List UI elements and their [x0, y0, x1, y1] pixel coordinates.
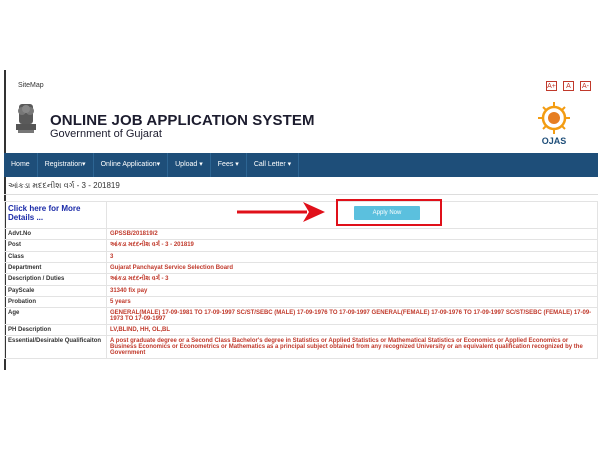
row-value: 3 [106, 251, 598, 263]
table-row: Post આંકડા મદદનીશ વર્ગ - 3 - 201819 [4, 239, 598, 252]
nav-registration[interactable]: Registration▾ [38, 153, 94, 177]
table-row: PH Description LV,BLIND, HH, OL,BL [4, 324, 598, 336]
page-title: ONLINE JOB APPLICATION SYSTEM [50, 112, 315, 129]
row-label: Advt.No [4, 228, 107, 240]
row-value: આંકડા મદદનીશ વર્ગ - 3 [106, 273, 598, 286]
nav-online-application[interactable]: Online Application▾ [94, 153, 169, 177]
row-value: A post graduate degree or a Second Class… [106, 335, 598, 359]
table-row: Advt.No GPSSB/201819/2 [4, 228, 598, 240]
table-row: Description / Duties આંકડા મદદનીશ વર્ગ - … [4, 273, 598, 286]
row-label: Description / Duties [4, 273, 107, 286]
ojas-logo-icon: OJAS [534, 100, 574, 148]
emblem-icon [10, 102, 42, 146]
apply-highlight-box: Apply Now [336, 199, 442, 226]
row-label: Essential/Desirable Qualificaiton [4, 335, 107, 359]
red-arrow-icon [237, 200, 327, 229]
main-navbar: Home Registration▾ Online Application▾ U… [4, 153, 598, 177]
row-value: GENERAL(MALE) 17-09-1981 TO 17-09-1997 S… [106, 307, 598, 325]
page-subtitle: Government of Gujarat [50, 128, 162, 140]
table-row: Class 3 [4, 251, 598, 263]
nav-upload[interactable]: Upload ▾ [168, 153, 211, 177]
nav-fees[interactable]: Fees ▾ [211, 153, 247, 177]
row-label: Age [4, 307, 107, 325]
row-label: Department [4, 262, 107, 274]
row-value: આંકડા મદદનીશ વર્ગ - 3 - 201819 [106, 239, 598, 252]
row-label: PH Description [4, 324, 107, 336]
row-value: LV,BLIND, HH, OL,BL [106, 324, 598, 336]
row-label: Post [4, 239, 107, 252]
table-row: Essential/Desirable Qualificaiton A post … [4, 335, 598, 359]
font-normal-button[interactable]: A [563, 81, 574, 91]
nav-home[interactable]: Home [4, 153, 38, 177]
breadcrumb: આંકડા મદદનીશ વર્ગ - 3 - 201819 [8, 181, 120, 190]
more-details-cell: Click here for More Details ... [4, 201, 107, 229]
row-label: PayScale [4, 285, 107, 297]
font-decrease-button[interactable]: A- [580, 81, 591, 91]
row-value: 31340 fix pay [106, 285, 598, 297]
table-row: PayScale 31340 fix pay [4, 285, 598, 297]
ojas-logo-text: OJAS [542, 136, 567, 146]
table-row: Probation 5 years [4, 296, 598, 308]
row-value: GPSSB/201819/2 [106, 228, 598, 240]
nav-call-letter[interactable]: Call Letter ▾ [247, 153, 300, 177]
row-value: Gujarat Panchayat Service Selection Boar… [106, 262, 598, 274]
table-row: Age GENERAL(MALE) 17-09-1981 TO 17-09-199… [4, 307, 598, 325]
more-details-link[interactable]: Click here for More Details ... [8, 204, 80, 222]
divider [4, 194, 598, 195]
row-value: 5 years [106, 296, 598, 308]
font-increase-button[interactable]: A+ [546, 81, 557, 91]
row-label: Probation [4, 296, 107, 308]
table-row: Department Gujarat Panchayat Service Sele… [4, 262, 598, 274]
apply-now-button[interactable]: Apply Now [354, 206, 420, 220]
sitemap-link[interactable]: SiteMap [18, 82, 44, 89]
row-label: Class [4, 251, 107, 263]
font-size-controls: A+ A A- [546, 81, 591, 91]
